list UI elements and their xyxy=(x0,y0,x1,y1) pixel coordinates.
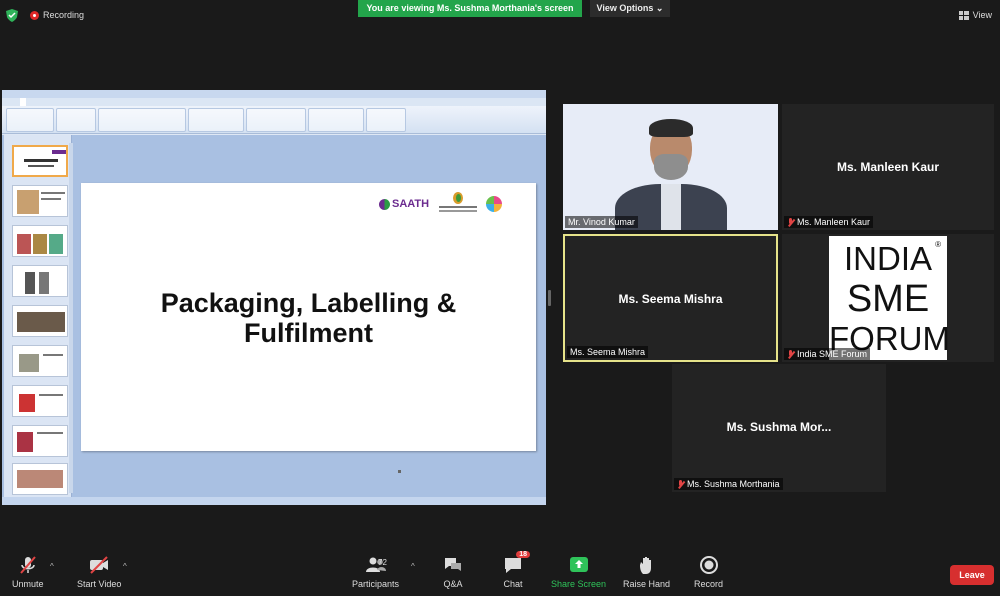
video-options-chevron-icon[interactable]: ^ xyxy=(123,562,127,571)
mic-muted-icon xyxy=(787,217,794,227)
mic-muted-icon xyxy=(787,349,794,359)
video-tile-seema-mishra[interactable]: Ms. Seema Mishra Ms. Seema Mishra xyxy=(563,234,778,362)
start-video-label: Start Video xyxy=(77,579,122,589)
india-sme-forum-logo xyxy=(486,193,526,215)
participant-name-tag: Mr. Vinod Kumar xyxy=(565,216,638,228)
chat-button[interactable]: 18 Chat xyxy=(502,551,530,589)
chat-unread-badge: 18 xyxy=(516,551,530,558)
microphone-muted-icon xyxy=(19,556,36,574)
mic-muted-icon xyxy=(677,479,684,489)
shield-icon[interactable] xyxy=(6,9,18,22)
chat-label: Chat xyxy=(503,579,523,589)
share-screen-label: Share Screen xyxy=(551,579,607,589)
saath-logo: SAATH xyxy=(379,198,429,210)
participant-display-name: Ms. Manleen Kaur xyxy=(836,160,940,174)
share-screen-button[interactable]: Share Screen xyxy=(551,554,606,589)
participant-display-name: Ms. Sushma Mor... xyxy=(726,420,832,434)
qa-button[interactable]: Q&A xyxy=(442,554,464,589)
ppt-ribbon xyxy=(2,106,546,134)
participant-display-name: Ms. Seema Mishra xyxy=(618,292,723,306)
slide-thumbnail xyxy=(12,185,68,217)
record-dot-icon xyxy=(30,10,39,20)
recording-indicator[interactable]: Recording xyxy=(30,10,84,20)
india-sme-forum-logo: INDIA ® SME FORUM xyxy=(829,236,950,360)
participants-count: 72 xyxy=(378,558,387,567)
participants-button[interactable]: 72 Participants xyxy=(352,554,399,589)
unmute-button[interactable]: Unmute xyxy=(12,554,44,589)
top-bar: Recording You are viewing Ms. Sushma Mor… xyxy=(0,0,1000,30)
slide-title-line-1: Packaging, Labelling & xyxy=(160,288,457,318)
raise-hand-label: Raise Hand xyxy=(623,579,671,589)
mouse-cursor xyxy=(398,470,401,473)
current-slide: SAATH Packaging, Labelling & Fulfilment xyxy=(81,183,536,451)
participant-name-tag: Ms. Sushma Morthania xyxy=(674,478,783,490)
shared-screen: SAATH Packaging, Labelling & Fulfilment xyxy=(2,90,546,505)
start-video-button[interactable]: Start Video xyxy=(77,554,121,589)
video-tile-vinod-kumar[interactable]: Mr. Vinod Kumar xyxy=(563,104,778,230)
slide-thumbnail xyxy=(12,305,68,337)
slide-thumbnails-pane xyxy=(4,135,72,497)
raise-hand-button[interactable]: Raise Hand xyxy=(623,554,670,589)
slide-thumbnail xyxy=(12,145,68,177)
view-label: View xyxy=(972,10,992,20)
slide-title-line-2: Fulfilment xyxy=(244,318,373,348)
ppt-ribbon-tabs xyxy=(2,98,546,106)
qa-icon xyxy=(445,558,461,571)
slide-thumbnail xyxy=(12,225,68,257)
video-tile-sushma-morthania[interactable]: Ms. Sushma Mor... Ms. Sushma Morthania xyxy=(672,364,886,492)
qa-label: Q&A xyxy=(443,579,463,589)
video-tile-india-sme-forum[interactable]: INDIA ® SME FORUM India SME Forum xyxy=(782,234,994,362)
thumbnails-scrollbar[interactable] xyxy=(69,143,73,493)
recording-label: Recording xyxy=(43,10,85,20)
viewing-banner: You are viewing Ms. Sushma Morthania's s… xyxy=(358,0,582,17)
leave-button[interactable]: Leave xyxy=(950,565,994,585)
record-icon xyxy=(699,556,718,574)
slide-thumbnail xyxy=(12,463,68,495)
view-button[interactable]: View xyxy=(958,10,992,20)
video-camera-off-icon xyxy=(90,556,109,574)
meeting-controls: Unmute ^ Start Video ^ 72 Participants ^ xyxy=(0,548,1000,596)
raise-hand-icon xyxy=(639,557,651,574)
participant-name-tag: Ms. Seema Mishra xyxy=(567,346,649,358)
splitter-handle[interactable] xyxy=(548,290,551,306)
slide-title: Packaging, Labelling & Fulfilment xyxy=(81,288,536,348)
grid-view-icon xyxy=(958,10,969,20)
participant-name-tag: India SME Forum xyxy=(784,348,871,360)
ppt-status-bar xyxy=(2,497,546,505)
slide-thumbnail xyxy=(12,385,68,417)
share-screen-icon xyxy=(569,557,588,572)
slide-thumbnail xyxy=(12,425,68,457)
view-options-button[interactable]: View Options ⌄ xyxy=(590,0,670,17)
record-label: Record xyxy=(694,579,724,589)
slide-thumbnail xyxy=(12,265,68,297)
ppt-title-bar xyxy=(2,90,546,98)
slide-thumbnail xyxy=(12,345,68,377)
participant-name-tag: Ms. Manleen Kaur xyxy=(784,216,874,228)
participants-label: Participants xyxy=(352,579,400,589)
record-button[interactable]: Record xyxy=(694,554,723,589)
partner-logo xyxy=(439,192,477,216)
audio-options-chevron-icon[interactable]: ^ xyxy=(50,562,54,571)
unmute-label: Unmute xyxy=(12,579,44,589)
participants-options-chevron-icon[interactable]: ^ xyxy=(411,562,415,571)
zoom-meeting-window: Recording You are viewing Ms. Sushma Mor… xyxy=(0,0,1000,596)
video-tile-manleen-kaur[interactable]: Ms. Manleen Kaur Ms. Manleen Kaur xyxy=(782,104,994,230)
